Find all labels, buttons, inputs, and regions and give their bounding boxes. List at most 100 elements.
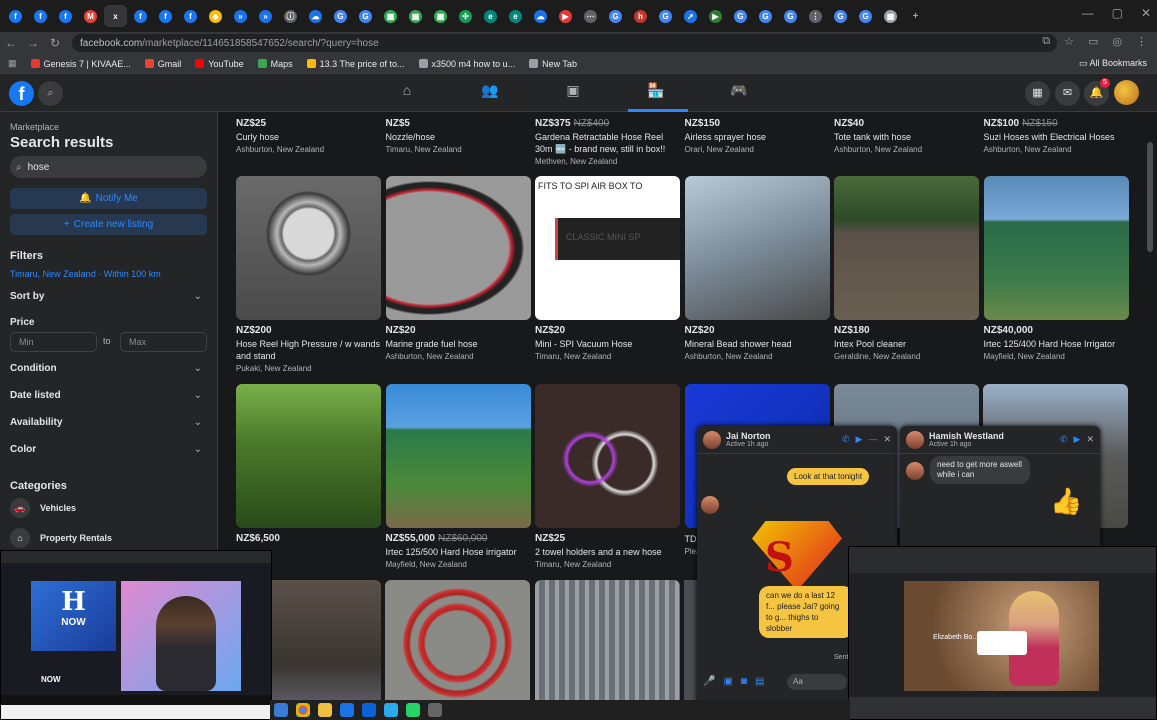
listing-card[interactable]: NZ$200 Hose Reel High Pressure / w wands … — [236, 176, 381, 373]
listing-card[interactable]: NZ$40,000 Irtec 125/400 Hard Hose Irrigat… — [983, 176, 1129, 361]
browser-tab[interactable]: ➚ — [679, 5, 702, 27]
close-icon[interactable]: ✕ — [1141, 6, 1151, 20]
mail-icon[interactable] — [362, 703, 376, 717]
browser-tab[interactable]: e — [504, 5, 527, 27]
maximize-icon[interactable]: ▢ — [1112, 6, 1123, 20]
listing-thumb[interactable] — [535, 384, 680, 528]
phone-icon[interactable]: ✆ — [1060, 434, 1068, 445]
browser-tab[interactable]: e — [479, 5, 502, 27]
browser-tab[interactable]: ▦ — [404, 5, 427, 27]
bookmark-item[interactable]: YouTube — [195, 59, 244, 69]
extension-icon[interactable]: ▭ — [1088, 35, 1098, 48]
marketplace-icon[interactable]: 🏪 — [626, 82, 686, 104]
browser-tab[interactable]: ◆ — [204, 5, 227, 27]
browser-tab[interactable]: G — [654, 5, 677, 27]
scrollbar[interactable] — [1147, 142, 1153, 252]
price-min-input[interactable]: Min — [10, 332, 97, 352]
listing-thumb[interactable] — [385, 176, 531, 320]
browser-tab[interactable]: ▶ — [704, 5, 727, 27]
listing-card[interactable]: NZ$100 NZ$150 Suzi Hoses with Electrical H… — [984, 113, 1129, 154]
tab-active[interactable]: x — [104, 5, 127, 27]
price-max-input[interactable]: Max — [120, 332, 207, 352]
listing-thumb[interactable] — [983, 176, 1129, 320]
video-icon[interactable]: ▣ — [543, 82, 603, 104]
browser-tab[interactable]: f — [179, 5, 202, 27]
calendar-icon[interactable] — [340, 703, 354, 717]
folder-icon[interactable] — [318, 703, 332, 717]
listing-card[interactable]: NZ$150 Airless sprayer hose Orari, New Zea… — [685, 113, 830, 154]
listing-card[interactable]: NZ$6,500 — [236, 384, 381, 546]
home-icon[interactable]: ⌂ — [377, 82, 437, 104]
star-icon[interactable]: ☆ — [1064, 35, 1074, 48]
reload-icon[interactable]: ↻ — [44, 36, 66, 50]
condition-dropdown[interactable]: Condition ⌄ — [10, 363, 202, 374]
browser-tab[interactable]: ▦ — [429, 5, 452, 27]
browser-tab[interactable]: ✣ — [454, 5, 477, 27]
gif-icon[interactable]: ▤ — [755, 676, 764, 687]
address-bar[interactable]: facebook.com/marketplace/114651858547652… — [72, 34, 1057, 52]
phone-icon[interactable]: ✆ — [842, 434, 850, 445]
menu-grid-icon[interactable]: ▦ — [1025, 81, 1050, 106]
video-call-icon[interactable]: ▶ — [1074, 434, 1081, 445]
listing-thumb[interactable]: FITS TO SPI AIR BOX TO CLASSIC MINI SP — [535, 176, 680, 320]
bookmark-item[interactable]: Genesis 7 | KIVAAE... — [30, 59, 131, 69]
image-icon[interactable]: ▣ — [723, 676, 732, 687]
browser-tab[interactable]: G — [829, 5, 852, 27]
browser-tab[interactable]: f — [4, 5, 27, 27]
edge-icon[interactable] — [274, 703, 288, 717]
sort-by-dropdown[interactable]: Sort by ⌄ — [10, 291, 202, 302]
browser-tab[interactable]: f — [29, 5, 52, 27]
gaming-icon[interactable]: 🎮 — [709, 82, 769, 104]
listing-thumb[interactable] — [684, 580, 698, 720]
bookmark-item[interactable]: Gmail — [144, 59, 181, 69]
bookmark-item[interactable]: x3500 m4 how to u... — [418, 59, 515, 69]
listing-thumb[interactable] — [834, 176, 979, 320]
listing-thumb[interactable] — [684, 176, 830, 320]
browser-tab[interactable]: » — [229, 5, 252, 27]
avatar[interactable] — [1114, 80, 1139, 105]
browser-tab[interactable]: G — [779, 5, 802, 27]
listing-card[interactable]: NZ$375 NZ$400 Gardena Retractable Hose Ree… — [535, 113, 680, 166]
bookmark-item[interactable]: Maps — [257, 59, 293, 69]
listing-thumb[interactable] — [385, 580, 530, 720]
browser-tab[interactable]: G — [754, 5, 777, 27]
browser-tab[interactable]: ⓘ — [279, 5, 302, 27]
browser-tab[interactable]: G — [729, 5, 752, 27]
close-icon[interactable]: ✕ — [883, 434, 891, 445]
search-icon[interactable]: ⌕ — [38, 81, 63, 106]
date-listed-dropdown[interactable]: Date listed ⌄ — [10, 390, 202, 401]
listing-thumb[interactable] — [385, 384, 531, 528]
availability-dropdown[interactable]: Availability ⌄ — [10, 417, 202, 428]
browser-tab[interactable]: ▦ — [379, 5, 402, 27]
browser-tab[interactable]: ⋮ — [804, 5, 827, 27]
browser-tab[interactable]: ☁ — [529, 5, 552, 27]
listing-card[interactable]: NZ$40 Tote tank with hose Ashburton, New Z… — [834, 113, 979, 154]
messenger-icon[interactable]: ✉ — [1055, 81, 1080, 106]
minimize-icon[interactable]: — — [868, 434, 877, 445]
chrome-icon[interactable] — [296, 703, 310, 717]
telegram-icon[interactable] — [384, 703, 398, 717]
breadcrumb[interactable]: Marketplace — [10, 122, 59, 132]
listing-card[interactable]: NZ$180 Intex Pool cleaner Geraldine, New Z… — [834, 176, 979, 361]
browser-tab[interactable]: f — [154, 5, 177, 27]
forward-icon[interactable]: → — [22, 36, 44, 50]
search-input[interactable]: ⌕ hose — [10, 156, 207, 178]
category-vehicles[interactable]: 🚗 Vehicles — [10, 498, 76, 518]
listing-card[interactable]: NZ$55,000 NZ$60,000 Irtec 125/500 Hard Hos… — [385, 384, 531, 569]
listing-card[interactable]: NZ$5 Nozzle/hose Timaru, New Zealand — [386, 113, 531, 154]
chat-header[interactable]: Hamish Westland Active 1h ago ✆ ▶ ✕ — [900, 426, 1100, 454]
notify-me-button[interactable]: 🔔 Notify Me — [10, 188, 207, 209]
new-tab-button[interactable]: + — [904, 5, 927, 27]
browser-tab[interactable]: f — [54, 5, 77, 27]
listing-card[interactable]: NZ$20 Marine grade fuel hose Ashburton, Ne… — [385, 176, 531, 361]
browser-tab[interactable]: h — [629, 5, 652, 27]
bookmark-item[interactable]: 13.3 The price of to... — [306, 59, 405, 69]
install-icon[interactable]: ⧉ — [1042, 35, 1050, 48]
listing-thumb[interactable] — [236, 384, 381, 528]
listing-card[interactable]: NZ$25 2 towel holders and a new hose Timar… — [535, 384, 680, 569]
listing-card[interactable]: NZ$25 Curly hose Ashburton, New Zealand — [236, 113, 381, 154]
browser-tab[interactable]: G — [604, 5, 627, 27]
facebook-logo[interactable]: f — [9, 81, 34, 106]
close-icon[interactable]: ✕ — [1086, 434, 1094, 445]
browser-tab[interactable]: G — [354, 5, 377, 27]
